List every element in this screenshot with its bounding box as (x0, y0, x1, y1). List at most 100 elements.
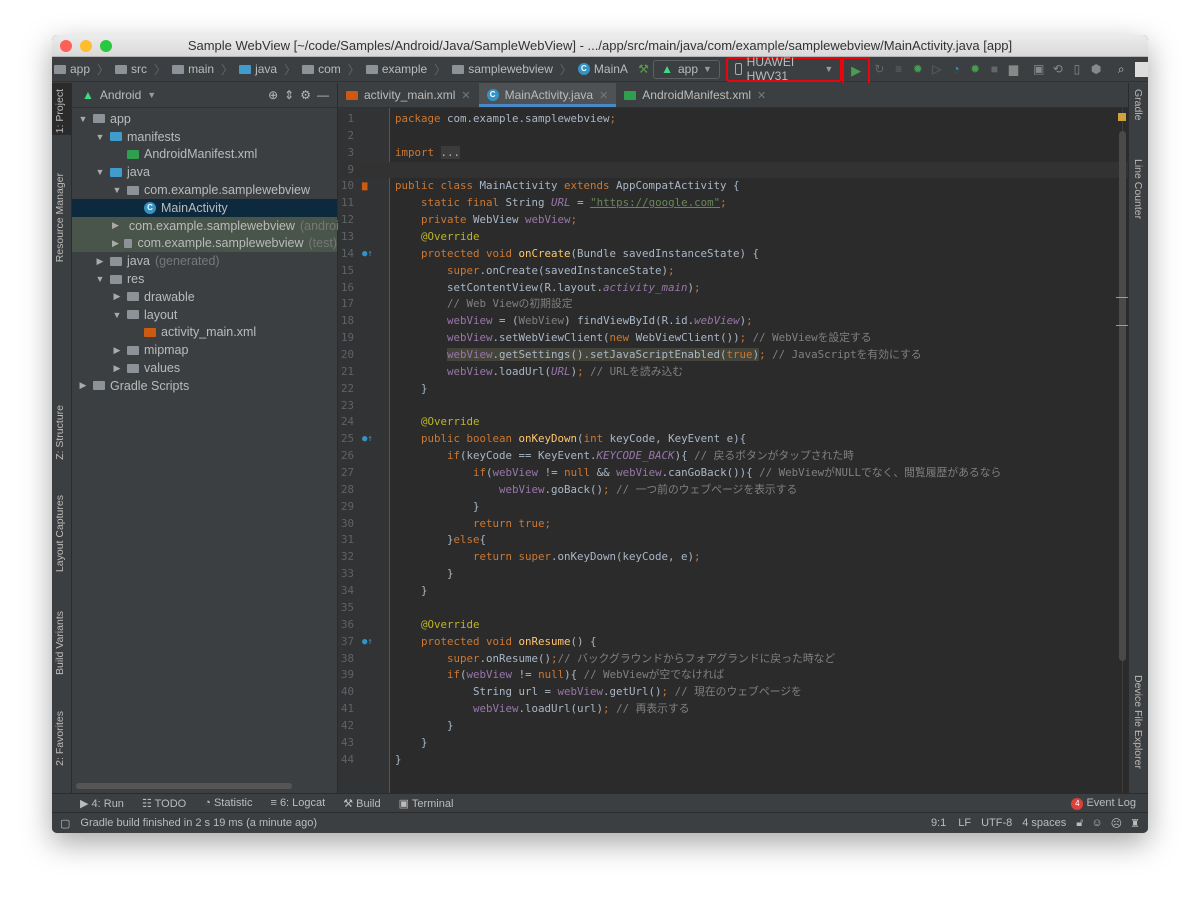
vertical-scrollbar[interactable] (1119, 131, 1126, 661)
tree-item[interactable]: ▼ layout (72, 306, 337, 324)
breadcrumb-item[interactable]: example 〉 (365, 61, 446, 78)
apply-code-icon[interactable]: ≡ (889, 62, 908, 76)
avd-manager-icon[interactable]: ▯ (1067, 62, 1086, 76)
code-line[interactable]: 32 return super.onKeyDown(keyCode, e); (338, 549, 1128, 566)
analysis-status-icon[interactable] (1118, 113, 1126, 121)
tab-activity-main-xml[interactable]: activity_main.xml ✕ (338, 83, 479, 107)
close-tab-icon[interactable]: ✕ (757, 89, 766, 102)
code-line[interactable]: 19 webView.setWebViewClient(new WebViewC… (338, 330, 1128, 347)
breadcrumb-item[interactable]: com 〉 (302, 61, 360, 78)
code-line[interactable]: 15 super.onCreate(savedInstanceState); (338, 263, 1128, 280)
profile-icon[interactable]: ◔ (946, 62, 965, 76)
tab-androidmanifest-xml[interactable]: AndroidManifest.xml ✕ (616, 83, 774, 107)
tree-item[interactable]: ▶ com.example.samplewebview (test) (72, 234, 337, 253)
tool-resource-manager[interactable]: Resource Manager (54, 173, 66, 262)
close-tab-icon[interactable]: ✕ (599, 89, 608, 102)
tool-run[interactable]: ▶ 4: Run (80, 797, 124, 810)
code-line[interactable]: 25 ●↑ public boolean onKeyDown(int keyCod… (338, 431, 1128, 448)
code-line[interactable]: 42 } (338, 718, 1128, 735)
line-separator[interactable]: LF (958, 817, 971, 829)
code-line[interactable]: 22 } (338, 381, 1128, 398)
tree-item[interactable]: ▼ app (72, 110, 337, 128)
code-line[interactable]: 43 } (338, 735, 1128, 752)
zoom-window-button[interactable] (100, 40, 112, 52)
expand-arrow-icon[interactable]: ▼ (112, 310, 122, 320)
run-button[interactable]: ▶ (842, 56, 870, 85)
code-line[interactable]: 37 ●↑ protected void onResume() { (338, 634, 1128, 651)
search-icon[interactable]: ⌕ (1112, 62, 1131, 77)
code-line[interactable]: 13 @Override (338, 229, 1128, 246)
expand-arrow-icon[interactable]: ▶ (112, 220, 119, 231)
code-line[interactable]: 3 import ... (338, 145, 1128, 162)
tool-layout-captures[interactable]: Layout Captures (54, 495, 66, 572)
tab-mainactivity-java[interactable]: C MainActivity.java ✕ (478, 83, 617, 107)
stop-icon[interactable]: ■ (985, 62, 1004, 76)
tree-item[interactable]: ▼ manifests (72, 128, 337, 146)
override-icon[interactable]: ●↑ (362, 431, 373, 448)
override-icon[interactable]: ●↑ (362, 634, 373, 651)
code-line[interactable]: 26 if(keyCode == KeyEvent.KEYCODE_BACK){… (338, 448, 1128, 465)
code-line[interactable]: 21 webView.loadUrl(URL); // URLを読み込む (338, 364, 1128, 381)
code-line[interactable]: 38 super.onResume();// バックグラウンドからフォアグランド… (338, 651, 1128, 668)
breadcrumb-item[interactable]: src 〉 (115, 61, 166, 78)
chevron-down-icon[interactable]: ▼ (147, 90, 156, 100)
expand-arrow-icon[interactable]: ▶ (95, 256, 105, 267)
hammer-icon[interactable]: ⚒ (634, 62, 653, 76)
code-line[interactable]: 29 } (338, 499, 1128, 516)
apply-changes-icon[interactable]: ↻ (870, 62, 889, 76)
code-line[interactable]: 10 ▆ public class MainActivity extends App… (338, 178, 1128, 195)
tool-project[interactable]: 1: Project (54, 89, 66, 133)
indent-setting[interactable]: 4 spaces (1022, 817, 1066, 829)
expand-arrow-icon[interactable]: ▼ (95, 274, 105, 284)
tree-item[interactable]: ▶ values (72, 359, 337, 377)
tree-item[interactable]: ▼ com.example.samplewebview (72, 181, 337, 199)
code-line[interactable]: 14 ●↑ protected void onCreate(Bundle save… (338, 246, 1128, 263)
gear-icon[interactable]: ⚙ (300, 88, 311, 102)
tree-item[interactable]: C MainActivity (72, 198, 337, 217)
expand-arrow-icon[interactable]: ▶ (112, 363, 122, 374)
expand-arrow-icon[interactable]: ▼ (112, 185, 122, 195)
code-line[interactable]: 27 if(webView != null && webView.canGoBa… (338, 465, 1128, 482)
code-line[interactable]: 39 if(webView != null){ // WebViewが空でなけれ… (338, 667, 1128, 684)
breadcrumb-item[interactable]: samplewebview 〉 (452, 61, 572, 78)
layout-link-icon[interactable]: ▆ (362, 178, 367, 195)
code-line[interactable]: 44} (338, 752, 1128, 769)
code-line[interactable]: 2 (338, 128, 1128, 145)
code-line[interactable]: 28 webView.goBack(); // 一つ前のウェブページを表示する (338, 482, 1128, 499)
file-encoding[interactable]: UTF-8 (981, 817, 1012, 829)
code-editor[interactable]: activity_main.xml ✕ C MainActivity.java ✕ And… (338, 83, 1128, 793)
attach-debugger-icon[interactable]: ✹ (966, 62, 985, 76)
toggle-tool-windows-icon[interactable]: ▢ (60, 817, 70, 830)
user-icon[interactable] (1134, 61, 1148, 77)
expand-arrow-icon[interactable]: ▶ (112, 345, 122, 356)
code-line[interactable]: 33 } (338, 566, 1128, 583)
close-window-button[interactable] (60, 40, 72, 52)
close-tab-icon[interactable]: ✕ (461, 89, 470, 102)
code-line[interactable]: 17 // Web Viewの初期設定 (338, 296, 1128, 313)
code-line[interactable]: 35 (338, 600, 1128, 617)
tree-item[interactable]: ▼ res (72, 270, 337, 288)
tree-item[interactable]: ▶ com.example.samplewebview (androidTest) (72, 216, 373, 235)
code-line[interactable]: 18 webView = (WebView) findViewById(R.id… (338, 313, 1128, 330)
horizontal-scrollbar[interactable] (76, 783, 292, 789)
tree-item[interactable]: AndroidManifest.xml (72, 146, 337, 164)
code-line[interactable]: 40 String url = webView.getUrl(); // 現在の… (338, 684, 1128, 701)
event-log-button[interactable]: 4 Event Log (1071, 797, 1136, 810)
layout-inspector-icon[interactable]: ▣ (1029, 62, 1048, 76)
tool-build-variants[interactable]: Build Variants (54, 611, 66, 675)
expand-arrow-icon[interactable]: ▼ (95, 167, 105, 177)
code-line[interactable]: 41 webView.loadUrl(url); // 再表示する (338, 701, 1128, 718)
code-line[interactable]: 24 @Override (338, 414, 1128, 431)
expand-arrow-icon[interactable]: ▼ (95, 132, 105, 142)
happy-face-icon[interactable]: ☺ (1091, 817, 1102, 829)
code-line[interactable]: 12 private WebView webView; (338, 212, 1128, 229)
code-line[interactable]: 1 package com.example.samplewebview; (338, 111, 1128, 128)
breadcrumb-item[interactable]: app 〉 (54, 61, 109, 78)
tree-item[interactable]: ▶ mipmap (72, 341, 337, 359)
run-config-select[interactable]: ▲ app ▼ (653, 59, 720, 79)
sdk-manager-icon[interactable]: ⬢ (1087, 62, 1106, 76)
breadcrumb-item[interactable]: main 〉 (172, 61, 233, 78)
caret-position[interactable]: 9:1 (931, 817, 946, 829)
expand-arrow-icon[interactable]: ▶ (112, 238, 119, 249)
code-line[interactable]: 31 }else{ (338, 532, 1128, 549)
